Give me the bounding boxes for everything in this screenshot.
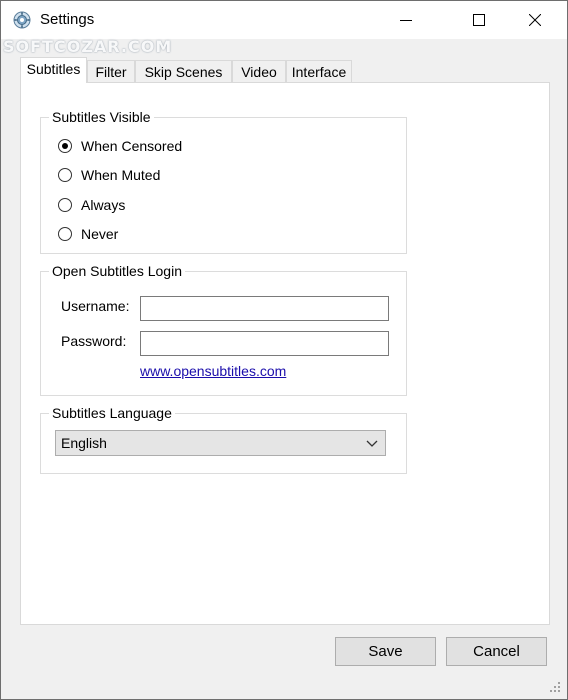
group-title: Subtitles Language (49, 404, 175, 422)
radio-never[interactable]: Never (58, 225, 118, 243)
opensubtitles-link[interactable]: www.opensubtitles.com (140, 362, 286, 380)
radio-when-muted[interactable]: When Muted (58, 166, 160, 184)
radio-label: Never (81, 226, 119, 242)
language-dropdown[interactable]: English (55, 430, 386, 456)
group-title: Subtitles Visible (49, 108, 154, 126)
tab-filter[interactable]: Filter (87, 60, 135, 82)
tab-interface[interactable]: Interface (286, 60, 352, 82)
maximize-icon (473, 14, 485, 26)
tab-skip-scenes[interactable]: Skip Scenes (135, 60, 232, 82)
group-title: Open Subtitles Login (49, 262, 185, 280)
login-group: Open Subtitles Login Username: Password:… (40, 262, 407, 396)
language-group: Subtitles Language English (40, 404, 407, 474)
radio-label: When Muted (81, 167, 161, 183)
radio-button[interactable] (58, 139, 72, 153)
close-icon (529, 14, 541, 26)
minimize-icon (400, 20, 412, 21)
radio-button[interactable] (58, 227, 72, 241)
username-input[interactable] (140, 296, 389, 321)
radio-when-censored[interactable]: When Censored (58, 137, 182, 155)
tab-panel-subtitles: Subtitles Visible When Censored When Mut… (20, 82, 550, 625)
resize-grip-icon[interactable] (549, 681, 561, 693)
minimize-button[interactable] (383, 1, 429, 39)
radio-always[interactable]: Always (58, 196, 125, 214)
tab-video[interactable]: Video (232, 60, 286, 82)
radio-label: When Censored (81, 138, 183, 154)
gear-icon (13, 11, 31, 29)
maximize-button[interactable] (456, 1, 502, 39)
window-title: Settings (40, 11, 95, 28)
chevron-down-icon (366, 440, 378, 447)
username-label: Username: (61, 298, 130, 314)
radio-label: Always (81, 197, 126, 213)
close-button[interactable] (512, 1, 558, 39)
password-input[interactable] (140, 331, 389, 356)
password-label: Password: (61, 333, 127, 349)
title-bar[interactable]: Settings (1, 1, 567, 39)
subtitles-visible-group: Subtitles Visible When Censored When Mut… (40, 108, 407, 254)
language-selected: English (61, 435, 107, 451)
radio-button[interactable] (58, 198, 72, 212)
tab-subtitles[interactable]: Subtitles (20, 57, 87, 83)
settings-window: Settings SOFTCOZAR.COM Subtitles Filter … (0, 0, 568, 700)
watermark: SOFTCOZAR.COM (3, 37, 173, 56)
radio-button[interactable] (58, 168, 72, 182)
cancel-button[interactable]: Cancel (446, 637, 547, 666)
save-button[interactable]: Save (335, 637, 436, 666)
